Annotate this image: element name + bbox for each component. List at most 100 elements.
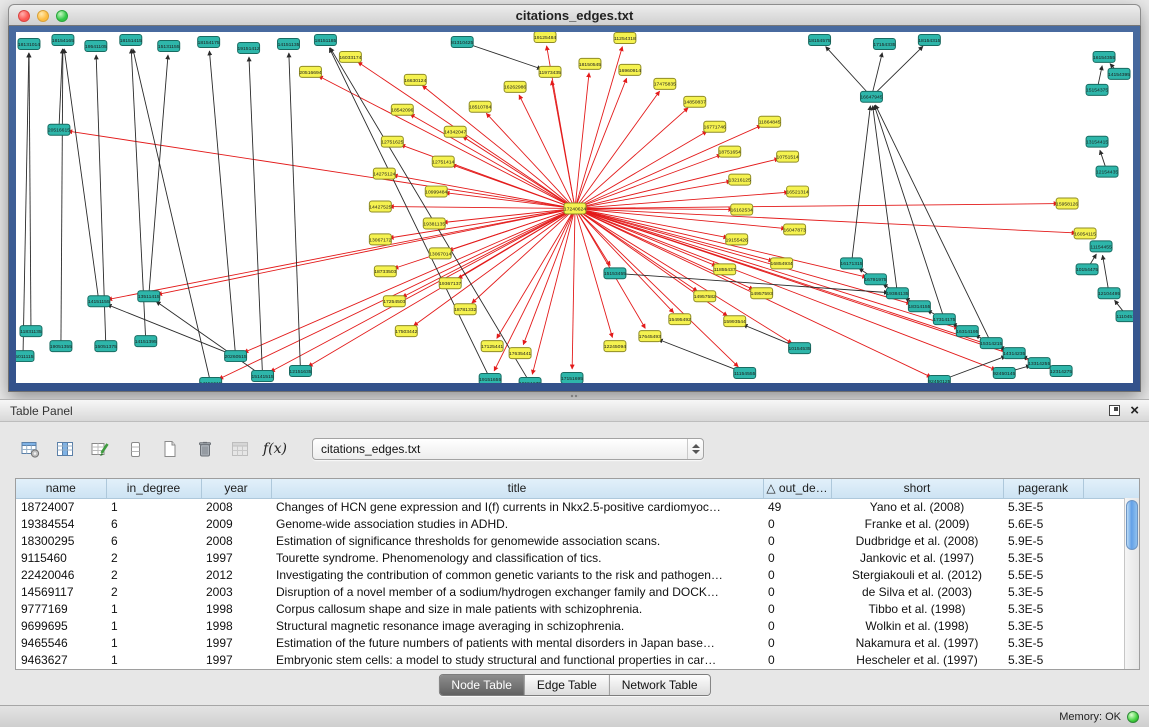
graph-edge[interactable] (1100, 150, 1106, 168)
table-cell[interactable]: 1998 (201, 617, 271, 634)
graph-node[interactable]: 11104515 (1116, 311, 1133, 322)
graph-node[interactable]: 81310425 (451, 36, 473, 47)
table-cell[interactable]: 1 (106, 651, 201, 668)
table-cell[interactable]: Changes of HCN gene expression and I(f) … (271, 498, 763, 515)
graph-node[interactable]: 15131155 (158, 40, 180, 51)
graph-node[interactable]: 18314155 (908, 301, 930, 312)
table-cell[interactable]: 1 (106, 617, 201, 634)
graph-node[interactable]: 16314195 (956, 326, 978, 337)
split-divider[interactable] (0, 392, 1149, 399)
graph-edge[interactable] (64, 49, 98, 297)
graph-node[interactable]: 14850837 (684, 96, 706, 107)
table-cell[interactable]: Tourette syndrome. Phenomenology and cla… (271, 549, 763, 566)
create-column-icon[interactable] (86, 436, 114, 463)
graph-node[interactable]: 13216125 (729, 174, 751, 185)
graph-node[interactable]: 14151135 (278, 38, 300, 49)
table-cell[interactable]: 2 (106, 583, 201, 600)
table-cell[interactable]: 0 (763, 566, 831, 583)
table-cell[interactable]: Jankovic et al. (1997) (831, 549, 1003, 566)
graph-node[interactable]: 12104495 (1098, 288, 1120, 299)
table-cell[interactable]: 0 (763, 600, 831, 617)
table-cell[interactable]: 18300295 (16, 532, 106, 549)
graph-node[interactable]: 13314255 (1028, 358, 1050, 369)
graph-node[interactable]: 18131014 (18, 38, 40, 49)
table-cell[interactable]: Investigating the contribution of common… (271, 566, 763, 583)
table-row[interactable]: 1938455462009Genome-wide association stu… (16, 515, 1139, 532)
graph-node[interactable]: 16647945 (860, 91, 882, 102)
graph-node[interactable]: 14151155 (88, 296, 110, 307)
graph-edge[interactable] (1103, 255, 1109, 289)
graph-edge[interactable] (389, 207, 571, 209)
table-cell[interactable]: Hescheler et al. (1997) (831, 651, 1003, 668)
table-cell[interactable]: 5.5E-5 (1003, 566, 1083, 583)
delete-table-icon[interactable] (191, 436, 219, 463)
graph-node[interactable]: 12751414 (432, 156, 454, 167)
graph-node[interactable]: 16960914 (619, 64, 641, 75)
graph-edge[interactable] (466, 43, 542, 69)
new-document-icon[interactable] (156, 436, 184, 463)
table-cell[interactable]: 18724007 (16, 498, 106, 515)
table-scrollbar[interactable] (1124, 498, 1139, 669)
table-cell[interactable]: 1 (106, 600, 201, 617)
graph-node[interactable]: 16171315 (840, 258, 862, 269)
table-cell[interactable]: 1997 (201, 651, 271, 668)
table-cell[interactable]: 1 (106, 634, 201, 651)
graph-edge[interactable] (494, 212, 573, 371)
graph-node[interactable]: 19155426 (726, 234, 748, 245)
graph-node[interactable]: 20260515 (225, 351, 247, 362)
table-cell[interactable]: 19384554 (16, 515, 106, 532)
graph-node[interactable]: 18751654 (719, 146, 741, 157)
graph-node[interactable]: 17125441 (481, 341, 503, 352)
table-cell[interactable]: 2009 (201, 515, 271, 532)
table-cell[interactable]: 0 (763, 532, 831, 549)
zoom-window-button[interactable] (56, 10, 68, 22)
table-row[interactable]: 977716911998Corpus callosum shape and si… (16, 600, 1139, 617)
graph-edge[interactable] (156, 301, 259, 373)
column-header-out-de[interactable]: △ out_de… (763, 479, 831, 498)
table-cell[interactable]: Disruption of a novel member of a sodium… (271, 583, 763, 600)
graph-edge[interactable] (107, 305, 232, 355)
graph-edge[interactable] (658, 339, 741, 371)
graph-node[interactable]: 17240624 (564, 203, 586, 214)
table-cell[interactable]: 2003 (201, 583, 271, 600)
graph-node[interactable]: 14275124 (373, 168, 395, 179)
table-row[interactable]: 1872400712008Changes of HCN gene express… (16, 498, 1139, 515)
column-header-pagerank[interactable]: pagerank (1003, 479, 1083, 498)
graph-edge[interactable] (472, 211, 572, 303)
graph-node[interactable]: 16262986 (504, 81, 526, 92)
graph-node[interactable]: 13154415 (1086, 136, 1108, 147)
graph-edge[interactable] (572, 212, 575, 369)
graph-node[interactable]: 16054115 (1074, 228, 1096, 239)
table-row[interactable]: 946554611997Estimation of the future num… (16, 634, 1139, 651)
graph-edge[interactable] (874, 46, 923, 94)
graph-node[interactable]: 16047873 (784, 224, 806, 235)
table-cell[interactable]: 2 (106, 549, 201, 566)
table-cell[interactable]: 2 (106, 566, 201, 583)
network-window-titlebar[interactable]: citations_edges.txt (8, 4, 1141, 26)
graph-node[interactable]: 17154335 (873, 38, 895, 49)
graph-node[interactable]: 18733503 (374, 266, 396, 277)
graph-node[interactable]: 20516615 (48, 124, 70, 135)
graph-node[interactable]: 14151615 (200, 378, 222, 383)
table-cell[interactable]: Corpus callosum shape and size in male p… (271, 600, 763, 617)
table-cell[interactable]: 5.3E-5 (1003, 583, 1083, 600)
import-table-icon[interactable] (226, 436, 254, 463)
graph-edge[interactable] (289, 53, 301, 367)
graph-edge[interactable] (872, 53, 882, 93)
graph-edge[interactable] (578, 211, 674, 312)
graph-node[interactable]: 17254503 (383, 296, 405, 307)
table-cell[interactable]: Dudbridge et al. (2008) (831, 532, 1003, 549)
graph-node[interactable]: 14314235 (1003, 348, 1025, 359)
graph-edge[interactable] (1098, 66, 1102, 86)
graph-node[interactable]: 14957593 (751, 288, 773, 299)
table-row[interactable]: 969969511998Structural magnetic resonanc… (16, 617, 1139, 634)
graph-edge[interactable] (249, 57, 262, 372)
tab-node-table[interactable]: Node Table (439, 675, 524, 695)
table-cell[interactable]: 0 (763, 651, 831, 668)
graph-node[interactable]: 18154315 (918, 34, 940, 45)
table-cell[interactable]: Wolkin et al. (1998) (831, 617, 1003, 634)
table-cell[interactable]: 49 (763, 498, 831, 515)
graph-node[interactable]: 15993544 (724, 316, 746, 327)
table-cell[interactable]: Embryonic stem cells: a model to study s… (271, 651, 763, 668)
table-cell[interactable]: 9463627 (16, 651, 106, 668)
